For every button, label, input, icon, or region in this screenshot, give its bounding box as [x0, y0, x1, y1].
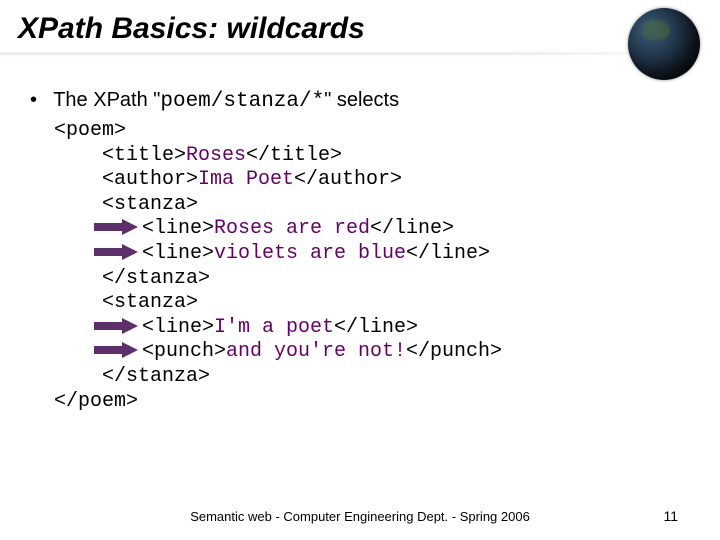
xml-text: and you're not! [226, 340, 406, 363]
bullet-dot: • [30, 89, 48, 112]
bullet-prefix: The XPath " [53, 89, 160, 111]
xml-tag: <author> [102, 168, 198, 191]
xml-tag: <line> [142, 217, 214, 240]
xml-tag: <line> [142, 316, 214, 339]
xml-line: <stanza> [54, 291, 690, 316]
xml-text: violets are blue [214, 242, 406, 265]
xml-tag: </line> [406, 242, 490, 265]
xml-block: <poem> <title>Roses</title> <author>Ima … [30, 119, 690, 414]
arrow-icon [94, 244, 138, 260]
xml-line: </stanza> [54, 267, 690, 292]
xml-line: <poem> [54, 119, 690, 144]
arrow-icon [94, 318, 138, 334]
page-number: 11 [663, 508, 678, 524]
xml-line-selected: <line>Roses are red</line> [54, 217, 690, 242]
globe-icon [628, 8, 700, 80]
xml-line: <stanza> [54, 193, 690, 218]
bullet-suffix: " selects [324, 89, 399, 111]
xml-tag: <line> [142, 242, 214, 265]
xml-line-selected: <line>violets are blue</line> [54, 242, 690, 267]
xml-text: Roses are red [214, 217, 370, 240]
xml-line: </poem> [54, 390, 690, 415]
slide-title: XPath Basics: wildcards [0, 0, 720, 52]
xpath-expr: poem/stanza/* [160, 90, 324, 113]
xml-text: Ima Poet [198, 168, 294, 191]
xml-line: <author>Ima Poet</author> [54, 168, 690, 193]
xml-text: Roses [186, 144, 246, 167]
xml-line: </stanza> [54, 365, 690, 390]
xml-tag: </author> [294, 168, 402, 191]
footer-text: Semantic web - Computer Engineering Dept… [0, 509, 720, 524]
xml-line-selected: <line>I'm a poet</line> [54, 316, 690, 341]
xml-text: I'm a poet [214, 316, 334, 339]
bullet-line: • The XPath "poem/stanza/*" selects [30, 89, 690, 113]
arrow-icon [94, 219, 138, 235]
xml-tag: <title> [102, 144, 186, 167]
xml-tag: </line> [334, 316, 418, 339]
xml-tag: <punch> [142, 340, 226, 363]
xml-tag: </punch> [406, 340, 502, 363]
arrow-icon [94, 342, 138, 358]
title-underline [0, 52, 720, 55]
xml-line: <title>Roses</title> [54, 144, 690, 169]
xml-line-selected: <punch>and you're not!</punch> [54, 340, 690, 365]
content-area: • The XPath "poem/stanza/*" selects <poe… [0, 89, 720, 414]
xml-tag: </line> [370, 217, 454, 240]
xml-tag: </title> [246, 144, 342, 167]
